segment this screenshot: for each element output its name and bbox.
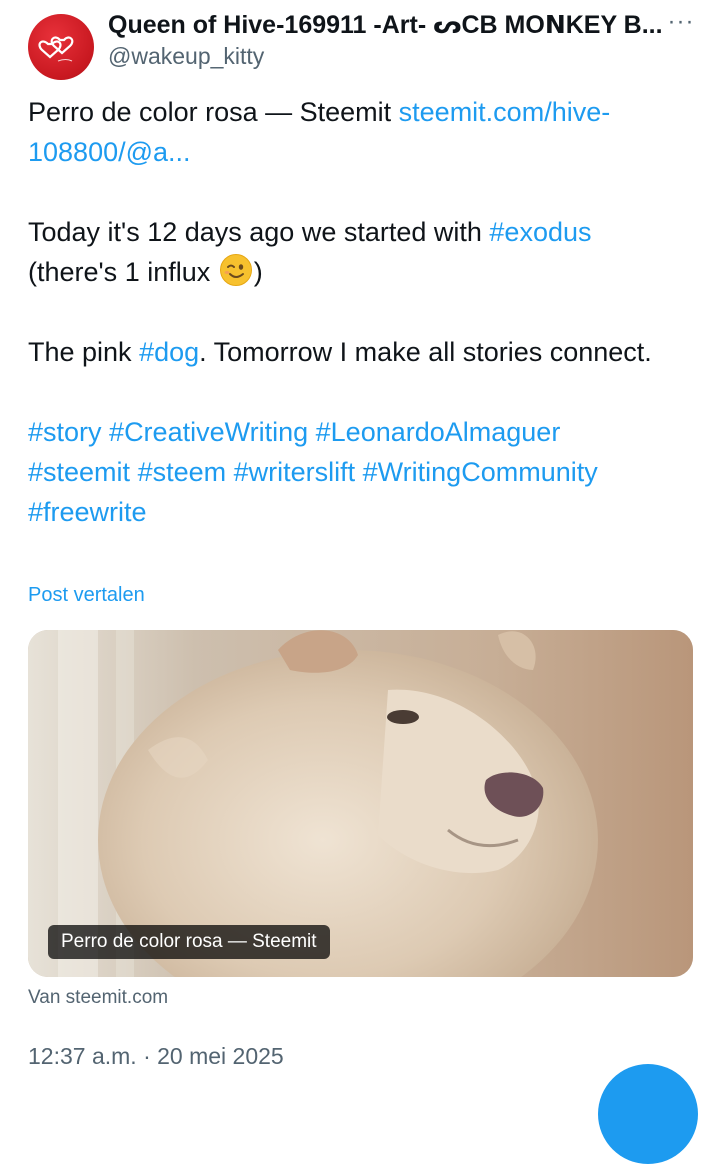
hashtag-leonardoalmaguer[interactable]: #LeonardoAlmaguer <box>316 417 561 447</box>
hashtag-freewrite[interactable]: #freewrite <box>28 497 147 527</box>
tweet-text: Perro de color rosa — Steemit steemit.co… <box>28 92 688 572</box>
hashtag-story[interactable]: #story <box>28 417 102 447</box>
tweet-paragraph-1: Perro de color rosa — Steemit steemit.co… <box>28 92 688 172</box>
card-title-badge: Perro de color rosa — Steemit <box>48 925 330 959</box>
paragraph-text: ) <box>253 257 263 287</box>
hashtag-dog[interactable]: #dog <box>139 337 199 367</box>
link-title-text: Perro de color rosa — Steemit <box>28 97 399 127</box>
hashtag-writerslift[interactable]: #writerslift <box>234 457 356 487</box>
hearts-logo-icon <box>38 36 74 62</box>
tweet-paragraph-3: The pink #dog. Tomorrow I make all stori… <box>28 332 688 372</box>
paragraph-text: Today it's 12 days ago we started with <box>28 217 490 247</box>
author-display-name[interactable]: Queen of Hive-169911 -Art- ᔕCB MOꓠKEY B.… <box>108 10 668 40</box>
paragraph-text: . Tomorrow I make all stories connect. <box>199 337 652 367</box>
tweet-hashtags: #story #CreativeWriting #LeonardoAlmague… <box>28 412 688 532</box>
tweet-header: Queen of Hive-169911 -Art- ᔕCB MOꓠKEY B.… <box>28 10 693 80</box>
link-preview-card[interactable]: Perro de color rosa — Steemit <box>28 630 693 977</box>
hashtag-steemit[interactable]: #steemit <box>28 457 130 487</box>
author-avatar[interactable] <box>28 14 94 80</box>
hashtag-steem[interactable]: #steem <box>138 457 227 487</box>
author-handle[interactable]: @wakeup_kitty <box>108 41 264 71</box>
hashtag-writingcommunity[interactable]: #WritingCommunity <box>363 457 598 487</box>
more-options-button[interactable]: ··· <box>666 10 696 40</box>
paragraph-text: The pink <box>28 337 140 367</box>
winking-face-icon <box>219 254 252 286</box>
compose-button[interactable] <box>598 1064 698 1164</box>
tweet-paragraph-2: Today it's 12 days ago we started with #… <box>28 212 688 292</box>
hashtag-exodus[interactable]: #exodus <box>489 217 591 247</box>
hashtag-creativewriting[interactable]: #CreativeWriting <box>109 417 308 447</box>
card-source[interactable]: Van steemit.com <box>28 985 168 1011</box>
paragraph-text: (there's 1 influx <box>28 257 218 287</box>
post-timestamp[interactable]: 12:37 a.m. · 20 mei 2025 <box>28 1041 284 1071</box>
translate-post-link[interactable]: Post vertalen <box>28 582 145 608</box>
